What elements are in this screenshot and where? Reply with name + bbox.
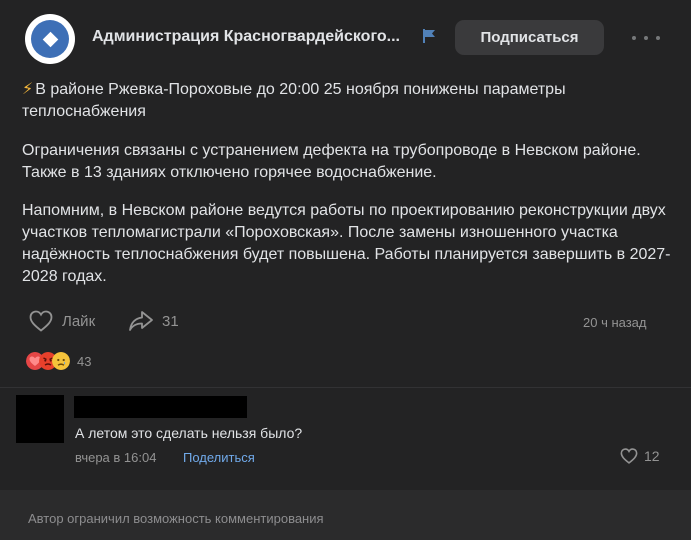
like-button[interactable]: Лайк: [28, 310, 95, 332]
comments-restricted-footer: Автор ограничил возможность комментирова…: [0, 490, 691, 540]
group-avatar[interactable]: [25, 14, 75, 64]
comment-author-avatar[interactable]: [16, 395, 64, 443]
comment-like-button[interactable]: 12: [620, 448, 660, 464]
comment-author-name[interactable]: [74, 396, 247, 418]
flag-icon: [423, 29, 435, 43]
comment-like-count: 12: [644, 448, 660, 464]
heart-outline-icon: [29, 310, 53, 332]
comment-time[interactable]: вчера в 16:04: [75, 450, 156, 465]
group-name[interactable]: Администрация Красногвардейского...: [92, 28, 400, 46]
sad-reaction-icon: [52, 352, 70, 370]
reactions-count: 43: [77, 353, 92, 369]
post-time[interactable]: 20 ч назад: [583, 315, 647, 330]
comment-text: А летом это сделать нельзя было?: [75, 425, 303, 441]
post-card: Администрация Красногвардейского... Подп…: [0, 0, 691, 387]
like-label: Лайк: [62, 312, 96, 330]
share-count: 31: [162, 312, 179, 330]
post-paragraph: Ограничения связаны с устранением дефект…: [22, 142, 641, 181]
share-button[interactable]: 31: [128, 310, 179, 332]
subscribe-button[interactable]: Подписаться: [455, 20, 604, 55]
lightning-icon: ⚡: [22, 81, 34, 98]
post-title: ⚡ В районе Ржевка-Пороховые до 20:00 25 н…: [22, 79, 672, 123]
post-paragraph: Напомним, в Невском районе ведутся работ…: [22, 202, 671, 285]
post-title-text: В районе Ржевка-Пороховые до 20:00 25 но…: [22, 81, 566, 120]
comment-share-link[interactable]: Поделиться: [183, 450, 255, 465]
reactions-summary[interactable]: 43: [26, 352, 91, 370]
comment: А летом это сделать нельзя было? вчера в…: [0, 388, 691, 490]
share-arrow-icon: [129, 311, 153, 331]
comments-restricted-notice: Автор ограничил возможность комментирова…: [28, 511, 324, 526]
heart-outline-icon: [620, 448, 638, 464]
diamond-logo-icon: [31, 20, 69, 58]
more-dots-icon[interactable]: [632, 30, 660, 46]
